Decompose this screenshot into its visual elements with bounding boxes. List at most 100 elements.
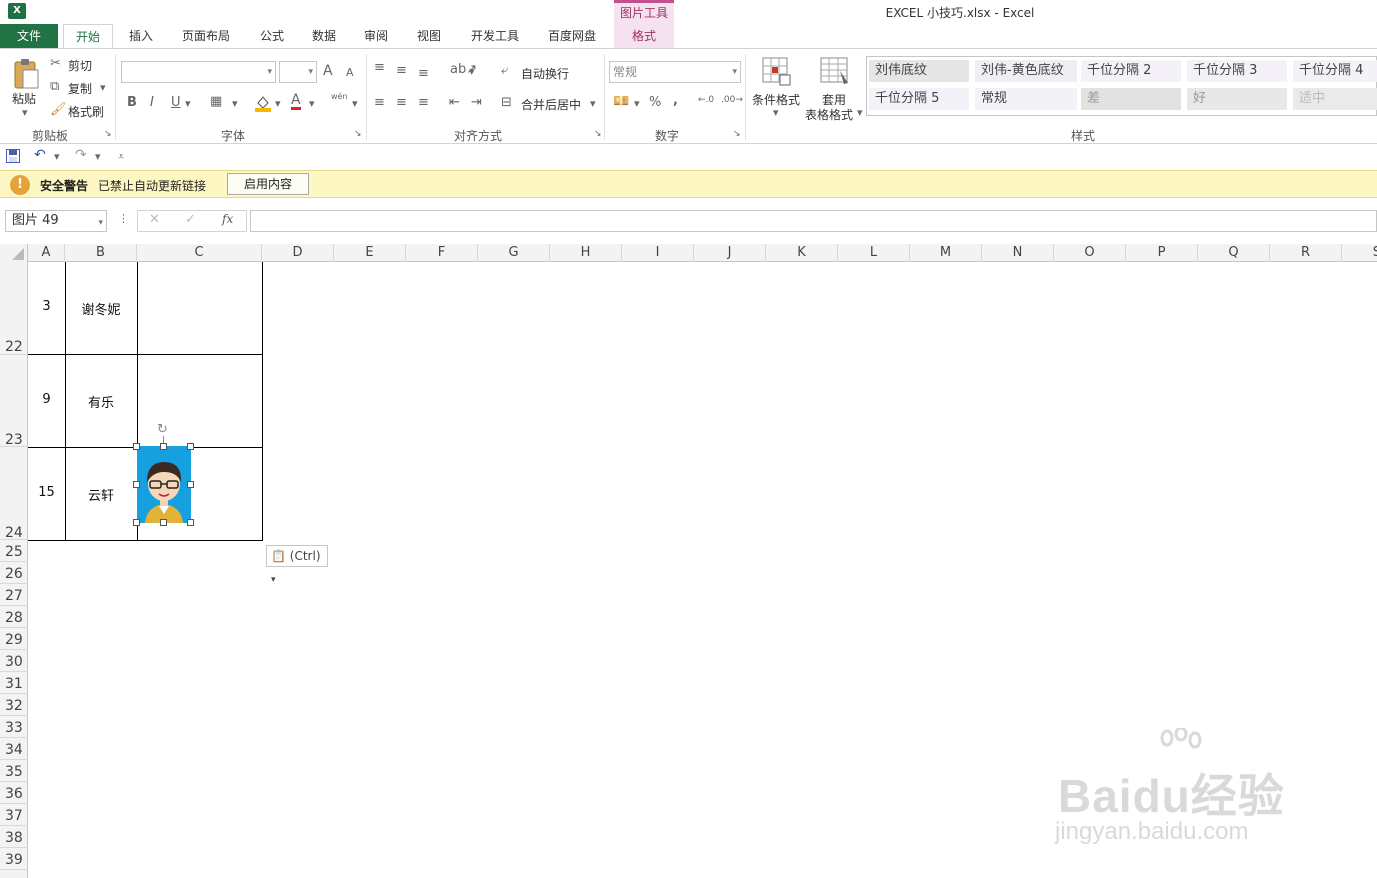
conditional-formatting-icon[interactable] — [762, 57, 792, 87]
formula-bar-grip-icon[interactable]: ⋮ — [118, 212, 129, 225]
row-header-31[interactable]: 31 — [0, 672, 28, 694]
row-header-23[interactable]: 23 — [0, 355, 28, 448]
row-header-35[interactable]: 35 — [0, 760, 28, 782]
name-box[interactable]: 图片 49 ▾ — [5, 210, 107, 232]
cell-b23[interactable]: 有乐 — [65, 392, 137, 411]
column-header-l[interactable]: L — [838, 244, 910, 262]
underline-dropdown-icon[interactable]: ▾ — [185, 97, 191, 110]
row-header-36[interactable]: 36 — [0, 782, 28, 804]
column-header-m[interactable]: M — [910, 244, 982, 262]
resize-handle[interactable] — [187, 443, 194, 450]
tab-developer[interactable]: 开发工具 — [462, 24, 528, 48]
row-header-38[interactable]: 38 — [0, 826, 28, 848]
row-header-25[interactable]: 25 — [0, 540, 28, 562]
fill-color-icon[interactable] — [255, 94, 271, 112]
tab-baidu-netdisk[interactable]: 百度网盘 — [538, 24, 606, 48]
column-header-n[interactable]: N — [982, 244, 1054, 262]
enable-content-button[interactable]: 启用内容 — [227, 173, 309, 195]
tab-file[interactable]: 文件 — [0, 24, 58, 48]
bold-button[interactable]: B — [127, 95, 137, 110]
merge-dropdown-icon[interactable]: ▾ — [590, 97, 596, 110]
column-header-c[interactable]: C — [137, 244, 262, 262]
column-header-q[interactable]: Q — [1198, 244, 1270, 262]
grow-font-button[interactable]: A — [323, 63, 333, 79]
style-cell-thousands-5[interactable]: 千位分隔 5 — [869, 88, 969, 110]
row-header-28[interactable]: 28 — [0, 606, 28, 628]
select-all-corner[interactable] — [0, 244, 28, 262]
accounting-format-icon[interactable]: 💴 — [613, 94, 629, 109]
save-icon[interactable] — [6, 149, 20, 163]
column-header-d[interactable]: D — [262, 244, 334, 262]
number-launcher-icon[interactable]: ↘ — [733, 129, 741, 139]
cell-a22[interactable]: 3 — [28, 299, 65, 314]
decrease-decimal-icon[interactable]: .00→ — [721, 95, 743, 105]
row-header-39[interactable]: 39 — [0, 848, 28, 870]
orientation-dropdown-icon[interactable]: ▾ — [469, 65, 475, 78]
format-painter-button[interactable]: 格式刷 — [68, 103, 104, 120]
row-header-30[interactable]: 30 — [0, 650, 28, 672]
format-as-table-dropdown-icon[interactable]: ▾ — [857, 106, 863, 119]
cell-b22[interactable]: 谢冬妮 — [65, 299, 137, 318]
phonetic-guide-button[interactable]: wén — [331, 92, 348, 101]
column-header-a[interactable]: A — [28, 244, 65, 262]
merge-center-button[interactable]: 合并后居中 — [521, 96, 581, 113]
resize-handle[interactable] — [133, 443, 140, 450]
resize-handle[interactable] — [133, 481, 140, 488]
column-header-k[interactable]: K — [766, 244, 838, 262]
style-cell-good[interactable]: 好 — [1187, 88, 1287, 110]
format-as-table-label-2[interactable]: 表格格式 — [805, 106, 853, 123]
align-left-icon[interactable]: ≡ — [374, 95, 385, 110]
tab-formulas[interactable]: 公式 — [250, 24, 294, 48]
column-header-p[interactable]: P — [1126, 244, 1198, 262]
cut-button[interactable]: 剪切 — [68, 57, 92, 74]
underline-button[interactable]: U — [171, 95, 181, 110]
column-header-f[interactable]: F — [406, 244, 478, 262]
tab-insert[interactable]: 插入 — [118, 24, 164, 48]
copy-dropdown-icon[interactable]: ▾ — [100, 81, 106, 94]
style-cell-bad[interactable]: 差 — [1081, 88, 1181, 110]
borders-icon[interactable]: ▦ — [210, 94, 222, 109]
style-cell-neutral[interactable]: 适中 — [1293, 88, 1377, 110]
tab-view[interactable]: 视图 — [407, 24, 451, 48]
shrink-font-button[interactable]: A — [346, 66, 354, 79]
style-cell-liuwei-shading[interactable]: 刘伟底纹 — [869, 60, 969, 82]
column-header-r[interactable]: R — [1270, 244, 1342, 262]
accounting-dropdown-icon[interactable]: ▾ — [634, 97, 640, 110]
align-center-icon[interactable]: ≡ — [396, 95, 407, 110]
row-header-22[interactable]: 22 — [0, 262, 28, 355]
align-bottom-icon[interactable]: ≡ — [418, 66, 429, 81]
phonetic-dropdown-icon[interactable]: ▾ — [352, 97, 358, 110]
undo-dropdown-icon[interactable]: ▾ — [54, 150, 60, 163]
row-header-32[interactable]: 32 — [0, 694, 28, 716]
clipboard-launcher-icon[interactable]: ↘ — [104, 129, 112, 139]
redo-dropdown-icon[interactable]: ▾ — [95, 150, 101, 163]
number-format-combo[interactable]: 常规 ▾ — [609, 61, 741, 83]
cell-a24[interactable]: 15 — [28, 485, 65, 500]
style-cell-liuwei-yellow[interactable]: 刘伟-黄色底纹 — [975, 60, 1077, 82]
column-header-g[interactable]: G — [478, 244, 550, 262]
resize-handle[interactable] — [133, 519, 140, 526]
cancel-icon[interactable]: ✕ — [149, 212, 160, 227]
fill-color-dropdown-icon[interactable]: ▾ — [275, 97, 281, 110]
row-header-26[interactable]: 26 — [0, 562, 28, 584]
align-middle-icon[interactable]: ≡ — [396, 63, 407, 78]
column-header-h[interactable]: H — [550, 244, 622, 262]
column-header-e[interactable]: E — [334, 244, 406, 262]
resize-handle[interactable] — [160, 519, 167, 526]
font-name-combo[interactable]: ▾ — [121, 61, 276, 83]
decrease-indent-icon[interactable]: ⇤ — [449, 95, 460, 110]
font-launcher-icon[interactable]: ↘ — [354, 129, 362, 139]
paste-options-button[interactable]: 📋 (Ctrl) ▾ — [266, 545, 328, 585]
undo-icon[interactable]: ↶ — [34, 147, 46, 163]
redo-icon[interactable]: ↷ — [75, 147, 87, 163]
resize-handle[interactable] — [187, 481, 194, 488]
style-cell-thousands-3[interactable]: 千位分隔 3 — [1187, 60, 1287, 82]
column-header-b[interactable]: B — [65, 244, 137, 262]
row-header-29[interactable]: 29 — [0, 628, 28, 650]
align-right-icon[interactable]: ≡ — [418, 95, 429, 110]
borders-dropdown-icon[interactable]: ▾ — [232, 97, 238, 110]
customize-qat-icon[interactable]: ⩡ — [118, 150, 124, 164]
tab-review[interactable]: 审阅 — [354, 24, 398, 48]
alignment-launcher-icon[interactable]: ↘ — [594, 129, 602, 139]
paste-dropdown-icon[interactable]: ▾ — [22, 106, 28, 119]
